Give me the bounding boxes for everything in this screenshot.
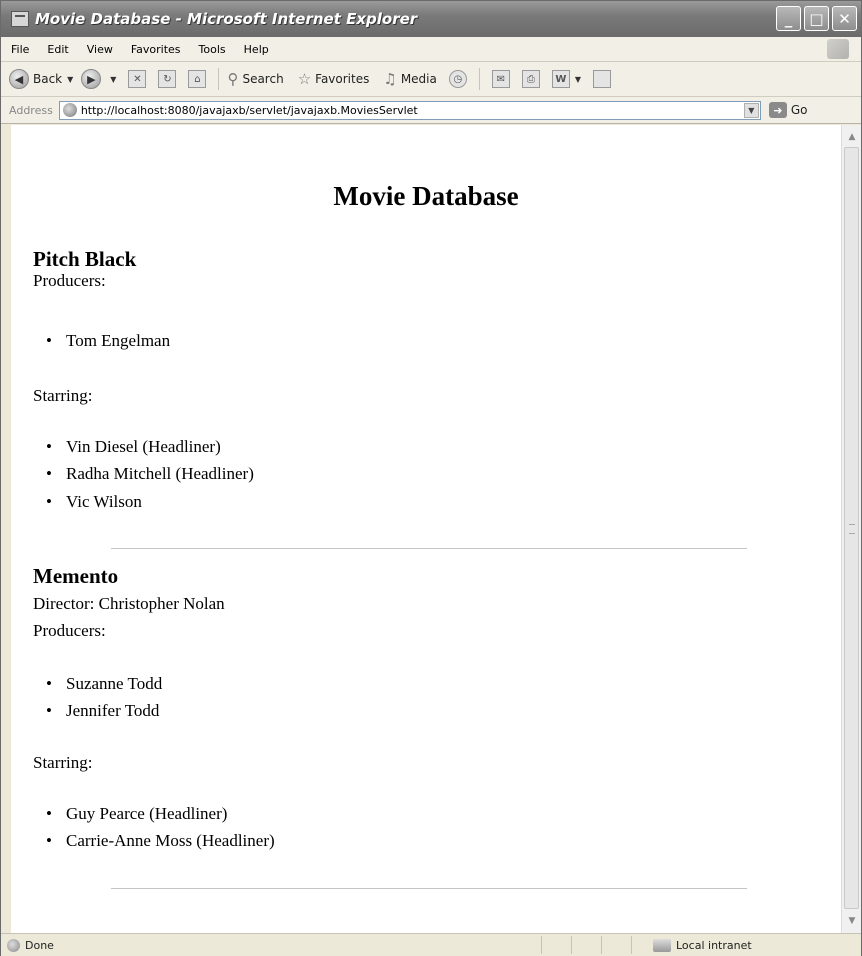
status-divider [541,936,542,954]
list-item: Tom Engelman [46,332,170,349]
starring-label: Starring: [33,386,93,405]
favorites-button[interactable]: ☆ Favorites [298,70,370,88]
page-title: Movie Database [333,181,519,211]
standard-toolbar: ◀ Back ▼ ▶ ▼ ✕ ↻ ⌂ ⚲ Search ☆ Favorites … [1,62,861,97]
list-item: Vin Diesel (Headliner) [46,438,221,455]
chevron-down-icon[interactable]: ▼ [575,75,581,84]
movie-title: Memento [33,564,119,588]
grip-icon [849,524,855,534]
security-zone: Local intranet [653,934,752,956]
local-intranet-icon [653,938,671,952]
print-icon[interactable]: ⎙ [521,70,540,88]
favorites-label: Favorites [315,72,370,86]
status-divider [601,936,602,954]
scroll-up-icon[interactable]: ▲ [844,129,860,145]
home-icon[interactable]: ⌂ [188,70,207,88]
list-item: Vic Wilson [46,493,142,510]
stop-icon[interactable]: ✕ [128,70,147,88]
list-item: Guy Pearce (Headliner) [46,805,227,822]
ie-page-icon [11,11,29,27]
director-line: Director: Christopher Nolan [33,594,225,613]
address-bar: Address http://localhost:8080/javajaxb/s… [1,97,861,124]
address-url[interactable]: http://localhost:8080/javajaxb/servlet/j… [81,104,418,117]
menu-help[interactable]: Help [235,43,278,56]
mail-icon[interactable]: ✉ [491,70,510,88]
maximize-button[interactable]: □ [804,6,829,31]
window-controls: _ □ ✕ [776,6,857,31]
producers-label: Producers: [33,621,106,640]
minimize-button[interactable]: _ [776,6,801,31]
forward-button[interactable]: ▶ ▼ [81,69,116,89]
list-item: Radha Mitchell (Headliner) [46,465,254,482]
search-label: Search [242,72,284,86]
vertical-scrollbar[interactable]: ▲ ▼ [841,125,861,933]
list-item: Jennifer Todd [46,702,159,719]
list-item: Carrie-Anne Moss (Headliner) [46,832,275,849]
go-button[interactable]: ➜ Go [768,102,808,118]
chevron-down-icon[interactable]: ▼ [110,75,116,84]
ie-page-icon [62,103,77,117]
menu-tools[interactable]: Tools [190,43,235,56]
page-content: Movie Database Pitch Black Producers: To… [11,125,841,933]
browser-window: Movie Database - Microsoft Internet Expl… [0,0,862,956]
word-icon[interactable]: W [551,70,570,88]
zone-label: Local intranet [676,938,752,952]
status-text: Done [25,938,54,952]
back-arrow-icon: ◀ [9,69,29,89]
media-button[interactable]: ♫ Media [383,70,437,88]
menu-file[interactable]: File [1,43,38,56]
messenger-icon[interactable] [593,70,612,88]
toolbar-divider [218,68,220,90]
list-item: Suzanne Todd [46,675,162,692]
movie-title: Pitch Black [33,247,137,271]
divider [111,548,747,549]
windows-logo-icon [827,39,849,59]
status-divider [571,936,572,954]
title-bar[interactable]: Movie Database - Microsoft Internet Expl… [1,1,861,37]
back-button[interactable]: ◀ Back ▼ [9,69,73,89]
producers-label: Producers: [33,271,106,290]
status-divider [631,936,632,954]
address-label: Address [9,103,53,117]
search-button[interactable]: ⚲ Search [227,70,283,88]
chevron-down-icon[interactable]: ▼ [743,102,759,118]
window-title: Movie Database - Microsoft Internet Expl… [35,10,418,28]
scroll-down-icon[interactable]: ▼ [844,913,860,929]
menu-favorites[interactable]: Favorites [122,43,190,56]
status-bar: Done Local intranet [1,933,861,956]
address-input[interactable]: http://localhost:8080/javajaxb/servlet/j… [58,100,761,120]
menu-edit[interactable]: Edit [38,43,77,56]
divider [111,888,747,889]
close-button[interactable]: ✕ [832,6,857,31]
starring-label: Starring: [33,753,93,772]
scroll-thumb[interactable] [844,147,859,909]
chevron-down-icon[interactable]: ▼ [67,75,73,84]
forward-arrow-icon: ▶ [81,69,102,89]
refresh-icon[interactable]: ↻ [158,70,177,88]
menu-view[interactable]: View [78,43,122,56]
ie-page-icon [7,938,20,952]
menu-bar: File Edit View Favorites Tools Help [1,37,861,62]
media-label: Media [400,72,437,86]
search-icon: ⚲ [227,70,239,88]
media-icon: ♫ [383,70,397,88]
go-arrow-icon: ➜ [768,102,787,118]
history-icon[interactable]: ◷ [448,70,467,88]
back-label: Back [33,72,63,86]
favorites-star-icon: ☆ [297,70,312,88]
toolbar-divider [478,68,480,90]
go-label: Go [790,103,808,117]
